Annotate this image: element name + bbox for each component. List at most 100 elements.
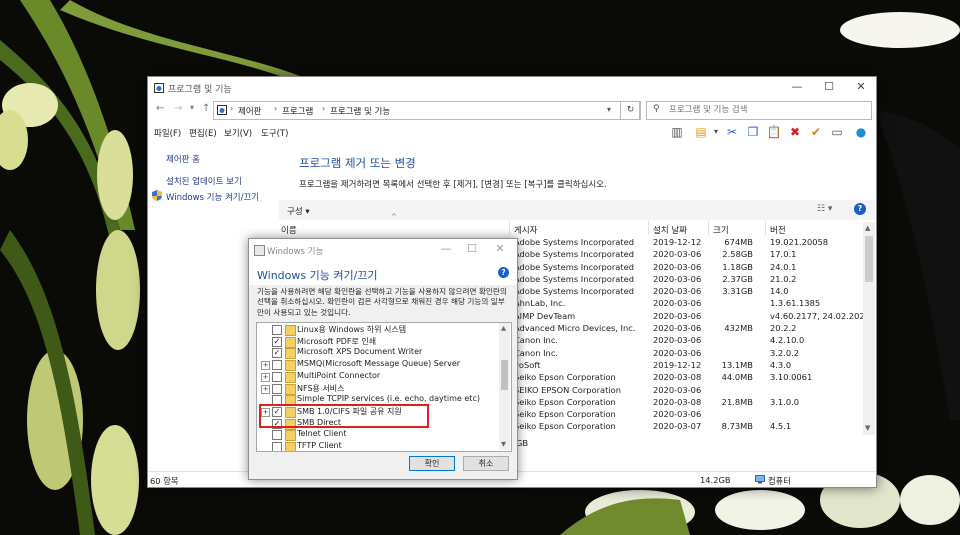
pane-icon[interactable]: ▥: [669, 124, 685, 140]
feature-item[interactable]: + MSMQ(Microsoft Message Queue) Server: [257, 359, 499, 372]
cell-size: 674MB: [724, 237, 753, 247]
feature-checkbox[interactable]: [272, 371, 282, 382]
feature-checkbox[interactable]: [272, 360, 282, 371]
feature-item[interactable]: + MultiPoint Connector: [257, 371, 499, 383]
expand-icon[interactable]: +: [261, 384, 270, 394]
cell-version: 1.3.61.1385: [770, 298, 821, 309]
cut-icon[interactable]: ✂: [724, 124, 740, 140]
address-dropdown-icon[interactable]: ▾: [607, 105, 611, 114]
delete-icon[interactable]: ✖: [787, 124, 803, 140]
cell-size: 1.18GB: [722, 261, 753, 272]
feature-checkbox[interactable]: [272, 430, 282, 441]
menu-file[interactable]: 파일(F): [154, 127, 181, 139]
dialog-heading: Windows 기능 켜기/끄기: [257, 269, 378, 282]
scroll-up-icon[interactable]: ▲: [865, 224, 870, 232]
refresh-button[interactable]: ↻: [620, 101, 641, 120]
feature-tree-scrollbar[interactable]: ▲ ▼: [499, 323, 510, 450]
expand-icon[interactable]: +: [261, 372, 270, 382]
page-title: 프로그램 제거 또는 변경: [299, 156, 416, 170]
cell-publisher: Seiko Epson Corporation: [514, 396, 616, 407]
feature-checkbox[interactable]: [272, 383, 282, 394]
item-count: 60 항목: [150, 476, 179, 486]
windows-features-icon: [254, 245, 265, 256]
checkmark-icon[interactable]: ✔: [808, 124, 824, 140]
maximize-button[interactable]: ☐: [814, 77, 844, 99]
copy-icon[interactable]: ❐: [745, 124, 761, 140]
cell-version: 4.2.10.0: [770, 335, 805, 346]
feature-item[interactable]: ✓ Microsoft PDF로 인쇄: [257, 336, 499, 348]
cell-date: 2020-03-06: [653, 409, 702, 420]
forward-arrow-icon[interactable]: →: [174, 103, 182, 114]
scrollbar-thumb[interactable]: [501, 360, 508, 390]
cell-publisher: Adobe Systems Incorporated: [514, 249, 634, 260]
breadcrumb-separator-icon: ›: [322, 104, 326, 113]
dialog-close-button[interactable]: ✕: [487, 239, 513, 260]
sidebar-item-installed-updates[interactable]: 설치된 업데이트 보기: [166, 175, 242, 187]
globe-icon[interactable]: ●: [853, 124, 869, 140]
sidebar-item-windows-features[interactable]: Windows 기능 켜기/끄기: [166, 191, 259, 203]
feature-item[interactable]: + NFS용 서비스: [257, 383, 499, 395]
folder-options-icon[interactable]: ▤: [693, 124, 709, 140]
cell-publisher: Canon Inc.: [514, 347, 559, 358]
back-arrow-icon[interactable]: ←: [156, 103, 164, 114]
paste-icon[interactable]: 📋: [766, 124, 782, 140]
search-box: ⚲: [646, 101, 872, 120]
view-options-icon[interactable]: ☷ ▾: [817, 204, 832, 214]
feature-checkbox[interactable]: ✓: [272, 336, 282, 347]
address-row: ← → ▾ ↑ › 제어판 › 프로그램 › 프로그램 및 기능 ▾ ↻ ⚲: [148, 99, 876, 121]
organize-button[interactable]: 구성 ▾: [287, 205, 310, 217]
feature-checkbox[interactable]: [272, 325, 282, 335]
cell-publisher: Seiko Epson Corporation: [514, 421, 616, 432]
recent-dropdown-icon[interactable]: ▾: [190, 103, 194, 112]
column-divider: [648, 221, 649, 235]
dialog-help-icon[interactable]: ?: [498, 267, 509, 278]
expand-icon[interactable]: +: [261, 361, 270, 371]
scroll-down-icon[interactable]: ▼: [865, 424, 870, 432]
feature-item[interactable]: ✓ Microsoft XPS Document Writer: [257, 347, 499, 360]
scrollbar-thumb[interactable]: [865, 236, 873, 282]
rename-icon[interactable]: ▭: [829, 124, 845, 140]
menu-tools[interactable]: 도구(T): [261, 127, 288, 139]
list-scrollbar[interactable]: ▲ ▼: [863, 222, 875, 435]
sidebar-item-control-panel-home[interactable]: 제어판 홈: [166, 153, 200, 165]
cell-publisher: Seiko Epson Corporation: [514, 372, 616, 383]
address-bar[interactable]: › 제어판 › 프로그램 › 프로그램 및 기능 ▾: [213, 101, 640, 120]
cell-date: 2020-03-06: [653, 323, 702, 334]
folder-icon: [285, 348, 296, 360]
column-divider: [509, 221, 510, 235]
cell-size: 2.58GB: [722, 249, 753, 260]
scroll-up-icon[interactable]: ▲: [501, 324, 506, 332]
folder-icon: [285, 371, 296, 383]
cell-publisher: Adobe Systems Incorporated: [514, 237, 634, 247]
dialog-maximize-button[interactable]: ☐: [459, 239, 485, 260]
menu-edit[interactable]: 편집(E): [189, 127, 217, 139]
cancel-button[interactable]: 취소: [463, 456, 509, 471]
folder-icon: [285, 383, 296, 395]
dialog-minimize-button[interactable]: —: [433, 239, 459, 260]
feature-item[interactable]: Linux용 Windows 하위 시스템: [257, 324, 499, 336]
cell-date: 2020-03-06: [653, 384, 702, 395]
smb-highlight-box: [259, 404, 429, 428]
cell-date: 2020-03-06: [653, 347, 702, 358]
breadcrumb-programs-and-features[interactable]: 프로그램 및 기능: [330, 105, 390, 117]
menu-view[interactable]: 보기(V): [224, 127, 252, 139]
breadcrumb-control-panel[interactable]: 제어판: [238, 105, 261, 117]
folder-options-dropdown-icon[interactable]: ▾: [708, 124, 724, 140]
close-button[interactable]: ✕: [846, 77, 876, 99]
ok-button[interactable]: 확인: [409, 456, 455, 471]
feature-item[interactable]: TFTP Client: [257, 441, 499, 451]
minimize-button[interactable]: —: [782, 77, 812, 99]
breadcrumb-programs[interactable]: 프로그램: [282, 105, 313, 117]
column-divider: [765, 221, 766, 235]
feature-checkbox[interactable]: ✓: [272, 348, 282, 359]
cell-date: 2019-12-12: [653, 237, 702, 247]
feature-item[interactable]: Telnet Client: [257, 429, 499, 442]
up-arrow-icon[interactable]: ↑: [202, 103, 210, 114]
feature-checkbox[interactable]: [272, 442, 282, 451]
scroll-down-icon[interactable]: ▼: [501, 440, 506, 448]
cell-date: 2020-03-06: [653, 335, 702, 346]
feature-tree: Linux용 Windows 하위 시스템 ✓ Microsoft PDF로 인쇄 ✓…: [256, 322, 512, 452]
search-input[interactable]: [667, 104, 866, 116]
help-icon[interactable]: ?: [854, 203, 866, 215]
cell-version: 4.5.1: [770, 421, 792, 432]
